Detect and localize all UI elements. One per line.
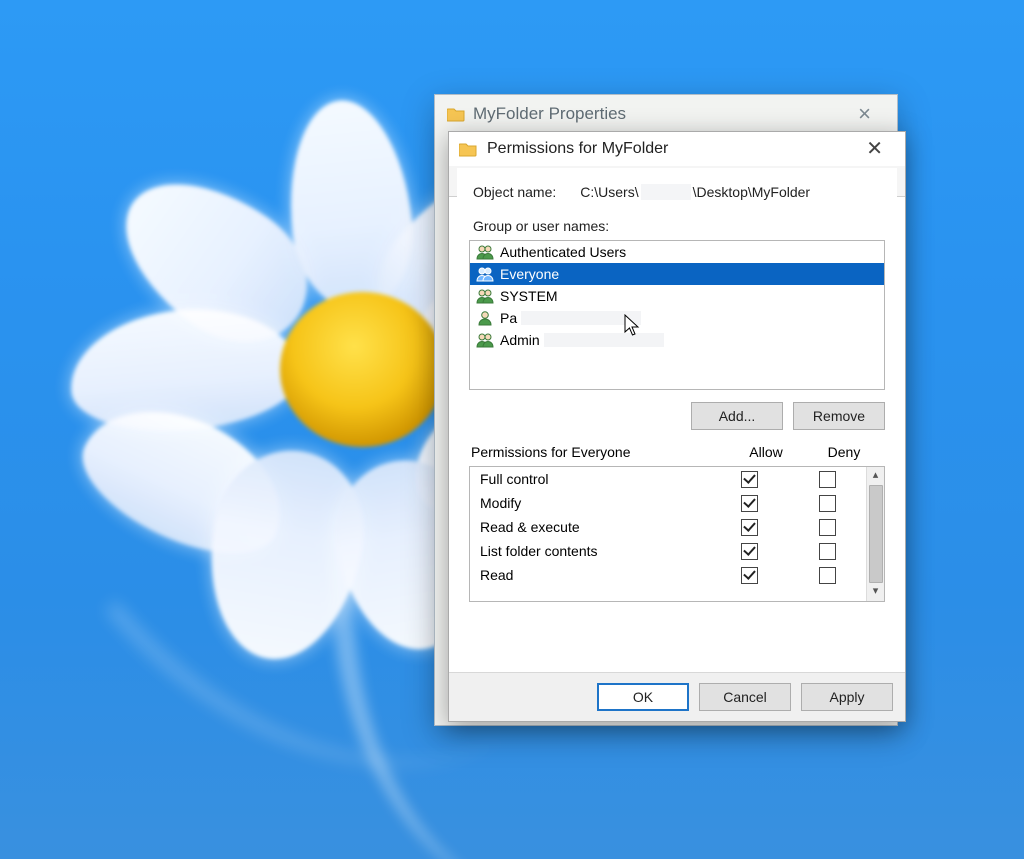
group-user-row[interactable]: Pa	[470, 307, 884, 329]
group-user-name: SYSTEM	[500, 288, 558, 304]
deny-checkbox[interactable]	[819, 543, 836, 560]
group-icon	[476, 243, 494, 261]
permissions-window: Permissions for MyFolder ✕ Security Obje…	[448, 131, 906, 722]
group-user-row[interactable]: Admin	[470, 329, 884, 351]
object-name-row: Object name: C:\Users\ \Desktop\MyFolder	[469, 182, 885, 216]
scroll-up-icon[interactable]: ▴	[867, 469, 884, 483]
permission-row: Modify	[470, 491, 866, 515]
object-path-suffix: \Desktop\MyFolder	[693, 184, 810, 200]
ok-button[interactable]: OK	[597, 683, 689, 711]
permission-name: List folder contents	[480, 543, 710, 559]
allow-checkbox[interactable]	[741, 471, 758, 488]
groups-label: Group or user names:	[469, 216, 885, 240]
close-icon[interactable]: ✕	[854, 133, 895, 165]
allow-checkbox[interactable]	[741, 543, 758, 560]
allow-column-header: Allow	[727, 444, 805, 460]
permission-name: Modify	[480, 495, 710, 511]
group-buttons-row: Add... Remove	[469, 390, 885, 444]
group-icon	[476, 287, 494, 305]
object-path-prefix: C:\Users\	[580, 184, 638, 200]
scrollbar[interactable]: ▴ ▾	[866, 467, 884, 601]
group-user-row[interactable]: Authenticated Users	[470, 241, 884, 263]
allow-checkbox[interactable]	[741, 567, 758, 584]
folder-icon	[447, 105, 465, 123]
object-name-label: Object name:	[473, 184, 556, 200]
object-path: C:\Users\ \Desktop\MyFolder	[580, 184, 810, 200]
allow-checkbox[interactable]	[741, 519, 758, 536]
group-user-name: Pa	[500, 310, 641, 326]
scroll-down-icon[interactable]: ▾	[867, 585, 884, 599]
group-user-row[interactable]: Everyone	[470, 263, 884, 285]
group-user-name: Authenticated Users	[500, 244, 626, 260]
permission-row: List folder contents	[470, 539, 866, 563]
permissions-scroll-area[interactable]: Full control Modify Read & execute List fol…	[470, 467, 866, 601]
permissions-titlebar[interactable]: Permissions for MyFolder ✕	[449, 132, 905, 166]
deny-checkbox[interactable]	[819, 567, 836, 584]
properties-title: MyFolder Properties	[473, 104, 626, 124]
dialog-footer: OK Cancel Apply	[449, 672, 905, 721]
group-user-name: Admin	[500, 332, 664, 348]
permissions-header: Permissions for Everyone Allow Deny	[469, 444, 885, 466]
properties-titlebar[interactable]: MyFolder Properties ×	[435, 95, 897, 133]
permissions-list: Full control Modify Read & execute List fol…	[469, 466, 885, 602]
add-button[interactable]: Add...	[691, 402, 783, 430]
apply-button[interactable]: Apply	[801, 683, 893, 711]
permission-name: Full control	[480, 471, 710, 487]
redacted-text	[544, 333, 664, 347]
group-user-row[interactable]: SYSTEM	[470, 285, 884, 307]
permission-row: Read	[470, 563, 866, 587]
group-users-list[interactable]: Authenticated Users Everyone SYSTEM Pa Admin	[469, 240, 885, 390]
desktop-background: MyFolder Properties × Permissions for My…	[0, 0, 1024, 859]
permission-name: Read	[480, 567, 710, 583]
redacted-text	[521, 311, 641, 325]
cancel-button[interactable]: Cancel	[699, 683, 791, 711]
scroll-thumb[interactable]	[869, 485, 883, 583]
user-icon	[476, 309, 494, 327]
allow-checkbox[interactable]	[741, 495, 758, 512]
permission-name: Read & execute	[480, 519, 710, 535]
permissions-title: Permissions for MyFolder	[487, 140, 668, 158]
permission-row: Full control	[470, 467, 866, 491]
group-icon	[476, 331, 494, 349]
folder-icon	[459, 140, 477, 158]
tab-content: Object name: C:\Users\ \Desktop\MyFolder…	[457, 168, 897, 667]
deny-checkbox[interactable]	[819, 495, 836, 512]
deny-column-header: Deny	[805, 444, 883, 460]
group-user-name: Everyone	[500, 266, 559, 282]
redacted-username	[641, 184, 691, 200]
remove-button[interactable]: Remove	[793, 402, 885, 430]
properties-close-icon[interactable]: ×	[844, 99, 885, 129]
group-icon	[476, 265, 494, 283]
deny-checkbox[interactable]	[819, 519, 836, 536]
deny-checkbox[interactable]	[819, 471, 836, 488]
permissions-title-label: Permissions for Everyone	[471, 444, 727, 460]
permission-row: Read & execute	[470, 515, 866, 539]
